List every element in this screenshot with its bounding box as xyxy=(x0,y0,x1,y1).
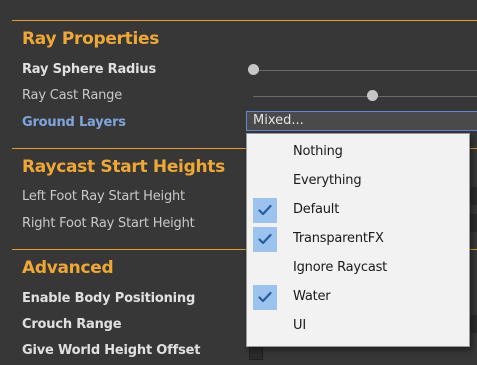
crouch-range-field[interactable] xyxy=(470,315,477,333)
layer-option-label: Everything xyxy=(293,173,362,188)
section-header-ray-properties: Ray Properties xyxy=(22,29,160,49)
ground-layers-dropdown[interactable]: Mixed... xyxy=(246,111,477,131)
layer-option-label: Water xyxy=(293,289,331,304)
layer-option-ui[interactable]: UI xyxy=(247,312,469,341)
layer-option-label: Ignore Raycast xyxy=(293,260,388,275)
layer-option-label: Nothing xyxy=(293,144,343,159)
label-give-world-height-offset: Give World Height Offset xyxy=(22,343,201,358)
label-enable-body-positioning: Enable Body Positioning xyxy=(22,291,196,306)
layer-option-label: UI xyxy=(293,318,306,333)
section-header-advanced: Advanced xyxy=(22,258,114,278)
layer-option-label: TransparentFX xyxy=(293,231,384,246)
ground-layers-popup: Nothing Everything Default TransparentFX… xyxy=(246,133,470,347)
layer-option-water[interactable]: Water xyxy=(247,283,469,312)
slider-handle-ray-sphere-radius[interactable] xyxy=(248,64,259,75)
section-divider xyxy=(12,20,477,21)
section-header-raycast-start-heights: Raycast Start Heights xyxy=(22,157,225,177)
slider-handle-ray-cast-range[interactable] xyxy=(367,90,378,101)
label-left-foot-ray-start-height: Left Foot Ray Start Height xyxy=(22,189,185,204)
label-ray-sphere-radius: Ray Sphere Radius xyxy=(22,62,157,77)
slider-track-ray-sphere-radius xyxy=(253,70,477,71)
give-world-height-offset-checkbox[interactable] xyxy=(249,346,263,360)
checkmark-icon xyxy=(253,227,277,252)
layer-option-transparentfx[interactable]: TransparentFX xyxy=(247,225,469,254)
label-ray-cast-range: Ray Cast Range xyxy=(22,88,122,103)
label-ground-layers: Ground Layers xyxy=(22,115,126,130)
layer-option-label: Default xyxy=(293,202,340,217)
slider-track-ray-cast-range xyxy=(253,96,477,97)
label-right-foot-ray-start-height: Right Foot Ray Start Height xyxy=(22,216,195,231)
checkmark-icon xyxy=(253,285,277,310)
label-crouch-range: Crouch Range xyxy=(22,317,122,332)
layer-option-everything[interactable]: Everything xyxy=(247,167,469,196)
right-foot-ray-start-height-field[interactable] xyxy=(470,214,477,232)
layer-option-default[interactable]: Default xyxy=(247,196,469,225)
checkmark-icon xyxy=(253,198,277,223)
left-foot-ray-start-height-field[interactable] xyxy=(470,187,477,205)
layer-option-nothing[interactable]: Nothing xyxy=(247,138,469,167)
layer-option-ignore-raycast[interactable]: Ignore Raycast xyxy=(247,254,469,283)
